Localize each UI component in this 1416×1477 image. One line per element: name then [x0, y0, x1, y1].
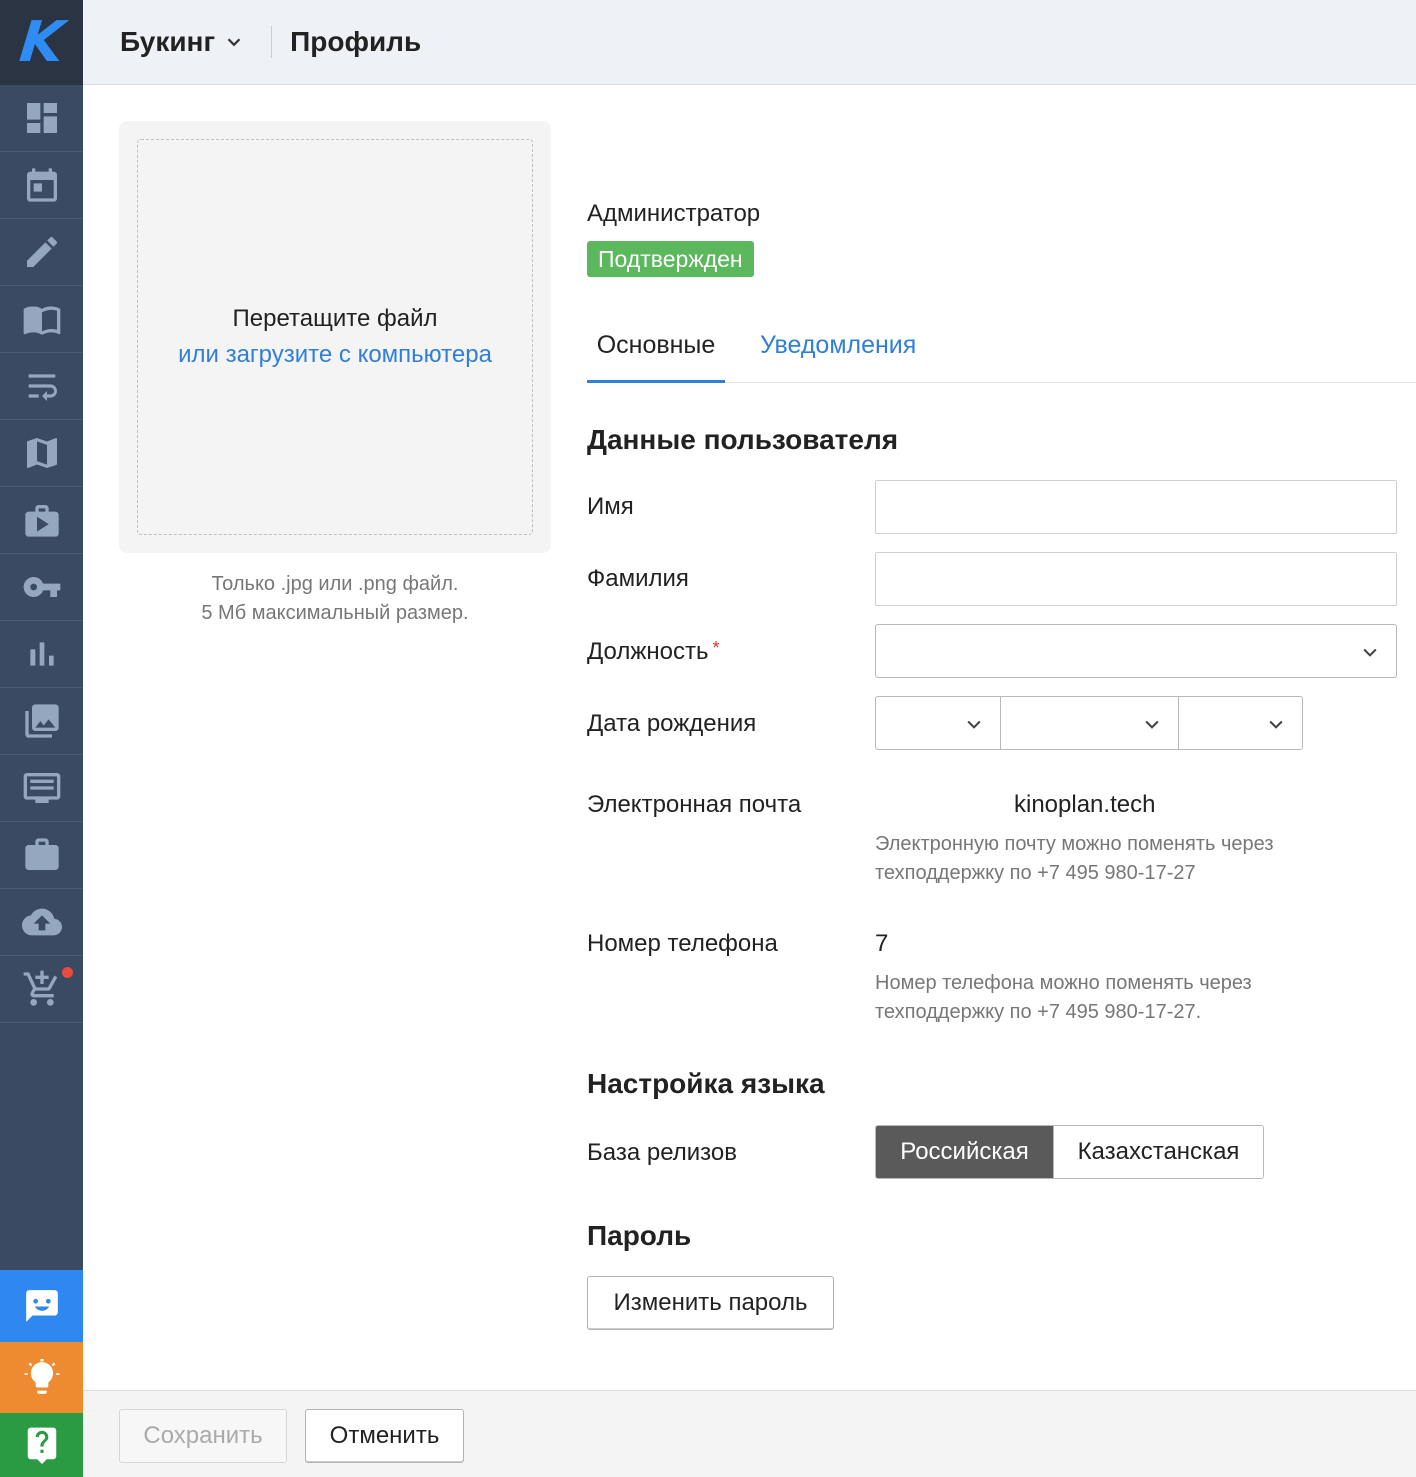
first-name-field[interactable]	[875, 480, 1397, 534]
chevron-down-icon	[1269, 720, 1283, 729]
help-button[interactable]	[0, 1413, 83, 1477]
status-badge: Подтвержден	[587, 241, 754, 277]
last-name-field[interactable]	[875, 552, 1397, 606]
chevron-down-icon	[227, 38, 241, 47]
book-icon	[23, 306, 60, 335]
birth-year-select[interactable]	[1178, 697, 1302, 749]
email-hint: Электронную почту можно поменять через т…	[875, 830, 1335, 888]
email-hint-line2: техподдержку по +7 495 980-17-27	[875, 862, 1196, 884]
file-dropzone[interactable]: Перетащите файл или загрузите с компьюте…	[137, 139, 533, 535]
nav-calendar[interactable]	[0, 152, 83, 219]
support-chat-button[interactable]	[0, 1270, 83, 1342]
birth-day-select[interactable]	[876, 697, 1000, 749]
required-marker: *	[712, 638, 720, 658]
upload-hint: Только .jpg или .png файл. 5 Мб максимал…	[119, 570, 551, 628]
dashboard-icon	[26, 103, 57, 133]
chevron-down-icon	[1363, 648, 1377, 657]
save-button[interactable]: Сохранить	[119, 1409, 287, 1463]
position-label: Должность *	[587, 638, 720, 666]
chevron-down-icon	[1145, 720, 1159, 729]
wrap-text-icon	[28, 374, 57, 401]
screen-list-icon	[23, 773, 60, 803]
cart-add-icon	[23, 970, 57, 1006]
briefcase-icon	[24, 838, 59, 870]
release-base-russian[interactable]: Российская	[876, 1126, 1053, 1178]
page-title: Профиль	[290, 26, 422, 57]
email-hint-line1: Электронную почту можно поменять через	[875, 833, 1274, 855]
nav-edit[interactable]	[0, 219, 83, 286]
chat-smile-icon	[25, 1290, 58, 1322]
phone-label: Номер телефона	[587, 930, 778, 957]
position-label-text: Должность	[587, 638, 709, 665]
nav-stats[interactable]	[0, 621, 83, 688]
video-bag-icon	[24, 505, 59, 537]
password-heading: Пароль	[587, 1220, 692, 1251]
avatar-upload: Перетащите файл или загрузите с компьюте…	[119, 121, 551, 553]
nav-video[interactable]	[0, 487, 83, 554]
upload-hint-formats: Только .jpg или .png файл.	[211, 573, 459, 595]
birth-month-select[interactable]	[1000, 697, 1178, 749]
profile-tabs: Основные Уведомления	[587, 318, 1416, 383]
help-icon	[27, 1427, 56, 1464]
pencil-icon	[26, 236, 57, 267]
nav-screens[interactable]	[0, 755, 83, 822]
nav-business[interactable]	[0, 822, 83, 889]
logo-letter: K	[16, 9, 67, 75]
calendar-icon	[26, 168, 57, 202]
last-name-label: Фамилия	[587, 565, 689, 592]
nav-media[interactable]	[0, 688, 83, 755]
ideas-button[interactable]	[0, 1342, 83, 1413]
phone-hint-line1: Номер телефона можно поменять через	[875, 972, 1252, 994]
lightbulb-icon	[24, 1358, 59, 1394]
release-base-toggle: Российская Казахстанская	[875, 1125, 1264, 1179]
nav-map[interactable]	[0, 420, 83, 487]
phone-hint: Номер телефона можно поменять через техп…	[875, 969, 1335, 1027]
top-header: Букинг Профиль	[83, 0, 1416, 85]
release-base-kazakh[interactable]: Казахстанская	[1053, 1126, 1263, 1178]
nav-book[interactable]	[0, 286, 83, 353]
birth-date-selects	[875, 696, 1303, 750]
upload-hint-size: 5 Мб максимальный размер.	[201, 602, 469, 624]
bar-chart-icon	[29, 642, 54, 666]
phone-hint-line2: техподдержку по +7 495 980-17-27.	[875, 1001, 1202, 1023]
nav-dashboard[interactable]	[0, 85, 83, 152]
phone-value: 7	[875, 930, 889, 957]
nav-upload[interactable]	[0, 889, 83, 956]
sidebar: K	[0, 0, 83, 1477]
change-password-button[interactable]: Изменить пароль	[587, 1276, 834, 1330]
dropzone-title: Перетащите файл	[232, 305, 438, 332]
app-switcher[interactable]: Букинг	[120, 26, 245, 58]
nav-wrap[interactable]	[0, 353, 83, 420]
header-divider	[271, 26, 273, 58]
nav-cart[interactable]	[0, 956, 83, 1023]
app-name: Букинг	[120, 26, 216, 57]
tab-notifications[interactable]: Уведомления	[760, 318, 916, 383]
email-value: kinoplan.tech	[1014, 791, 1156, 818]
chevron-down-icon	[967, 720, 981, 729]
email-label: Электронная почта	[587, 791, 802, 818]
user-role: Администратор	[587, 200, 761, 227]
cloud-upload-icon	[21, 908, 62, 936]
first-name-label: Имя	[587, 493, 634, 520]
notification-dot	[62, 967, 73, 978]
app-logo[interactable]: K	[0, 0, 83, 85]
photo-library-icon	[24, 704, 59, 738]
birth-date-label: Дата рождения	[587, 710, 757, 737]
key-icon	[23, 577, 60, 597]
position-select[interactable]	[875, 624, 1397, 678]
release-base-label: База релизов	[587, 1139, 737, 1166]
map-icon	[26, 438, 57, 468]
language-heading: Настройка языка	[587, 1068, 825, 1099]
tab-main[interactable]: Основные	[587, 318, 725, 383]
upload-from-computer-link[interactable]: или загрузите с компьютера	[178, 337, 492, 373]
nav-keys[interactable]	[0, 554, 83, 621]
user-data-heading: Данные пользователя	[587, 424, 899, 455]
cancel-button[interactable]: Отменить	[305, 1409, 464, 1463]
